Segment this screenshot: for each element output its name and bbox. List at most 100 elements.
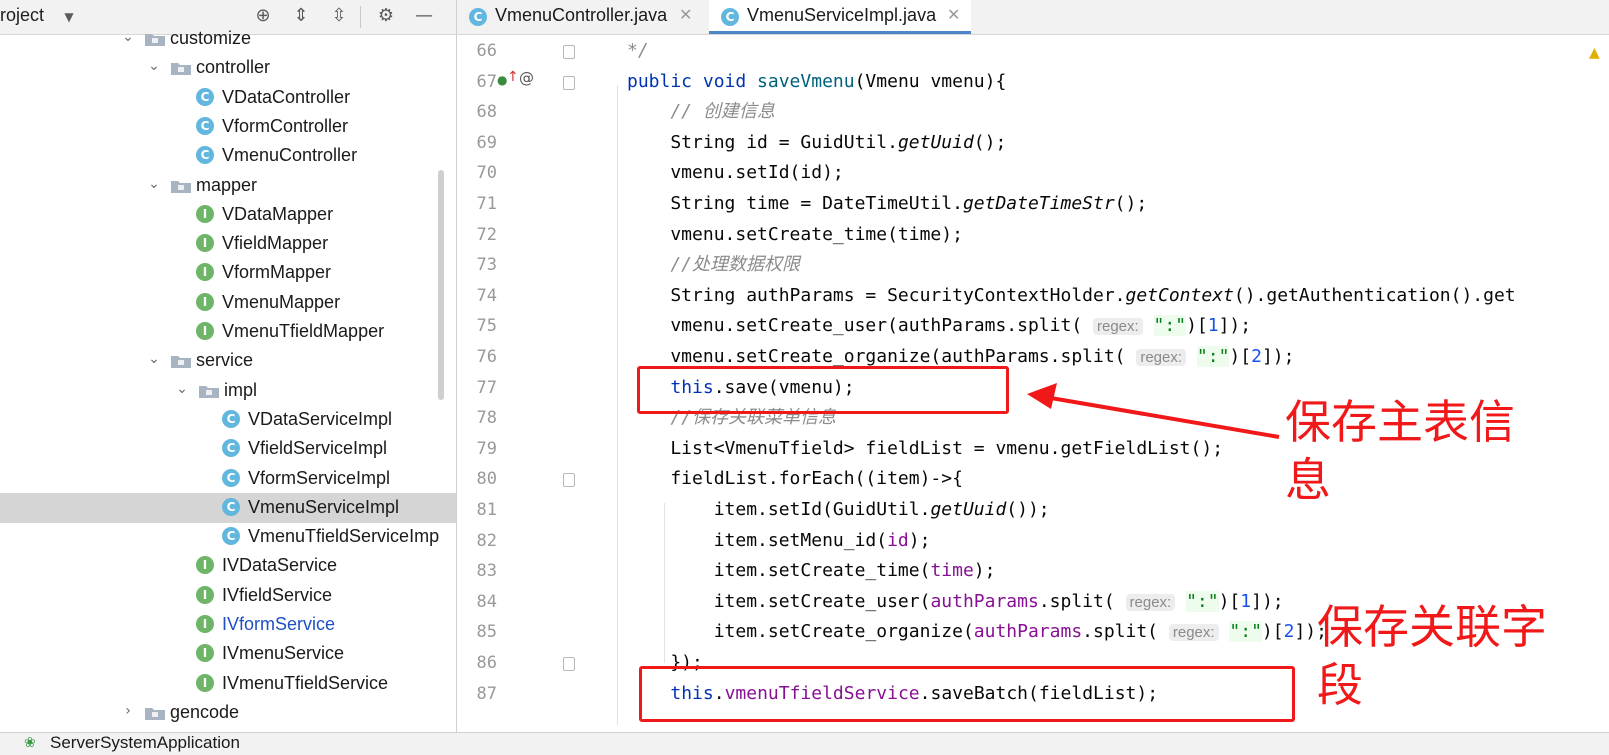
tree-item[interactable]: I IVfieldService bbox=[0, 581, 456, 611]
code-editor[interactable]: 66 67 68 69 70 71 72 73 74 75 76 77 78 79 80 81 82 83 84 85… bbox=[457, 35, 1609, 732]
code-line[interactable]: vmenu.setCreate_time(time); bbox=[627, 223, 963, 247]
code-line[interactable]: item.setCreate_organize(authParams.split… bbox=[627, 620, 1327, 645]
line-number[interactable]: 83 bbox=[457, 561, 497, 581]
line-number[interactable]: 80 bbox=[457, 469, 497, 489]
line-number[interactable]: 70 bbox=[457, 163, 497, 183]
chevron-down-icon[interactable]: ⌄ bbox=[146, 348, 162, 370]
line-number[interactable]: 72 bbox=[457, 225, 497, 245]
code-token: String time = DateTimeUtil. bbox=[627, 193, 963, 214]
line-number[interactable]: 67 bbox=[457, 72, 497, 92]
tree-item[interactable]: I VfieldMapper bbox=[0, 229, 456, 259]
chevron-right-icon[interactable]: › bbox=[120, 700, 136, 722]
tree-item[interactable]: C VfieldServiceImpl bbox=[0, 434, 456, 464]
tree-item[interactable]: ⌄ service bbox=[0, 346, 456, 376]
code-line[interactable]: public void saveVmenu(Vmenu vmenu){ bbox=[627, 70, 1006, 94]
tree-item[interactable]: I IVmenuService bbox=[0, 639, 456, 669]
line-number[interactable]: 84 bbox=[457, 592, 497, 612]
fold-marker-icon[interactable] bbox=[563, 473, 575, 488]
project-title[interactable]: roject bbox=[0, 5, 44, 26]
code-line[interactable]: */ bbox=[627, 39, 649, 63]
code-line[interactable]: String id = GuidUtil.getUuid(); bbox=[627, 131, 1006, 155]
line-number[interactable]: 79 bbox=[457, 439, 497, 459]
line-number[interactable]: 82 bbox=[457, 531, 497, 551]
tab-vmenu-controller[interactable]: C VmenuController.java ✕ bbox=[457, 0, 705, 34]
tree-item-label: VDataMapper bbox=[222, 203, 334, 224]
chevron-down-icon[interactable]: ⌄ bbox=[174, 378, 190, 400]
code-line[interactable]: vmenu.setCreate_user(authParams.split( r… bbox=[627, 314, 1251, 339]
annotation-save-main: 保存主表信 息 bbox=[1285, 395, 1515, 507]
tree-scrollbar[interactable] bbox=[438, 170, 444, 400]
tree-item[interactable]: C VformController bbox=[0, 112, 456, 142]
chevron-down-icon[interactable]: ⌄ bbox=[120, 26, 136, 48]
java-interface-icon: I bbox=[196, 615, 214, 633]
code-token: ":" bbox=[1196, 346, 1230, 367]
tree-item[interactable]: I IVformService bbox=[0, 610, 456, 640]
line-number[interactable]: 87 bbox=[457, 684, 497, 704]
chevron-down-icon[interactable]: ⌄ bbox=[146, 55, 162, 77]
line-number[interactable]: 69 bbox=[457, 133, 497, 153]
code-line[interactable]: item.setId(GuidUtil.getUuid()); bbox=[627, 498, 1050, 522]
tree-item[interactable]: C VmenuController bbox=[0, 141, 456, 171]
tree-item[interactable]: I IVDataService bbox=[0, 551, 456, 581]
line-number[interactable]: 68 bbox=[457, 102, 497, 122]
code-token: (); bbox=[1114, 193, 1148, 214]
tree-item[interactable]: C VformServiceImpl bbox=[0, 464, 456, 494]
tree-item[interactable]: ⌄ customize bbox=[0, 24, 456, 54]
java-class-icon: C bbox=[222, 468, 240, 487]
code-line[interactable]: String authParams = SecurityContextHolde… bbox=[627, 284, 1515, 308]
code-line[interactable]: // 创建信息 bbox=[627, 100, 775, 124]
line-number[interactable]: 74 bbox=[457, 286, 497, 306]
code-token: getUuid bbox=[930, 499, 1007, 520]
line-number[interactable]: 75 bbox=[457, 316, 497, 336]
run-config-label[interactable]: ServerSystemApplication bbox=[50, 733, 240, 753]
line-number[interactable]: 76 bbox=[457, 347, 497, 367]
code-token: id bbox=[887, 529, 909, 551]
line-number[interactable]: 81 bbox=[457, 500, 497, 520]
line-number[interactable]: 66 bbox=[457, 41, 497, 61]
fold-marker-icon[interactable] bbox=[563, 45, 575, 59]
line-number[interactable]: 85 bbox=[457, 622, 497, 642]
tree-item[interactable]: ⌄ mapper bbox=[0, 171, 456, 201]
tree-item[interactable]: C VmenuServiceImpl bbox=[0, 492, 456, 523]
tree-item[interactable]: C VDataServiceImpl bbox=[0, 405, 456, 435]
tree-item[interactable]: ⌄ controller bbox=[0, 53, 456, 83]
fold-marker-icon[interactable] bbox=[563, 75, 575, 90]
tree-item[interactable]: I VformMapper bbox=[0, 258, 456, 288]
fold-marker-icon[interactable] bbox=[563, 657, 575, 671]
java-interface-icon: I bbox=[196, 556, 214, 575]
code-line[interactable]: vmenu.setId(id); bbox=[627, 161, 843, 185]
code-token: ":" bbox=[1186, 590, 1219, 612]
code-line[interactable]: item.setCreate_user(authParams.split( re… bbox=[627, 590, 1284, 615]
line-number[interactable]: 77 bbox=[457, 378, 497, 398]
code-line[interactable]: item.setMenu_id(id); bbox=[627, 529, 931, 553]
override-up-arrow-icon[interactable]: ↑ bbox=[507, 69, 519, 85]
tree-item[interactable]: C VmenuTfieldServiceImp bbox=[0, 522, 456, 552]
tree-item[interactable]: ⌄ impl bbox=[0, 376, 456, 406]
tree-item[interactable]: I IVmenuTfieldService bbox=[0, 669, 456, 699]
line-number[interactable]: 73 bbox=[457, 255, 497, 275]
annotation-at-icon[interactable]: @ bbox=[519, 69, 534, 87]
tree-item[interactable]: I VDataMapper bbox=[0, 200, 456, 230]
tree-item[interactable]: C VDataController bbox=[0, 83, 456, 113]
code-line[interactable]: //处理数据权限 bbox=[627, 253, 800, 277]
tree-item[interactable]: I VmenuMapper bbox=[0, 288, 456, 318]
code-line[interactable]: String time = DateTimeUtil.getDateTimeSt… bbox=[627, 192, 1147, 216]
implements-method-icon[interactable]: ● bbox=[497, 73, 507, 87]
tree-item-label: VmenuServiceImpl bbox=[248, 496, 400, 517]
code-token: // 创建信息 bbox=[627, 101, 775, 123]
code-line[interactable]: fieldList.forEach((item)->{ bbox=[627, 467, 963, 491]
tree-item[interactable]: › gencode bbox=[0, 698, 456, 728]
close-tab-icon[interactable]: ✕ bbox=[947, 5, 960, 24]
java-interface-icon: I bbox=[196, 322, 214, 340]
tree-item[interactable]: I VmenuTfieldMapper bbox=[0, 317, 456, 347]
line-number[interactable]: 78 bbox=[457, 408, 497, 428]
code-line[interactable]: item.setCreate_time(time); bbox=[627, 559, 996, 583]
java-class-icon: C bbox=[222, 439, 240, 458]
close-tab-icon[interactable]: ✕ bbox=[679, 5, 692, 24]
tree-item-label: VmenuTfieldMapper bbox=[222, 321, 385, 341]
tab-vmenu-service-impl[interactable]: C VmenuServiceImpl.java ✕ bbox=[709, 0, 971, 34]
line-number[interactable]: 86 bbox=[457, 653, 497, 673]
line-number[interactable]: 71 bbox=[457, 194, 497, 214]
warning-icon[interactable]: ▲ bbox=[1589, 45, 1600, 61]
chevron-down-icon[interactable]: ⌄ bbox=[146, 173, 162, 195]
